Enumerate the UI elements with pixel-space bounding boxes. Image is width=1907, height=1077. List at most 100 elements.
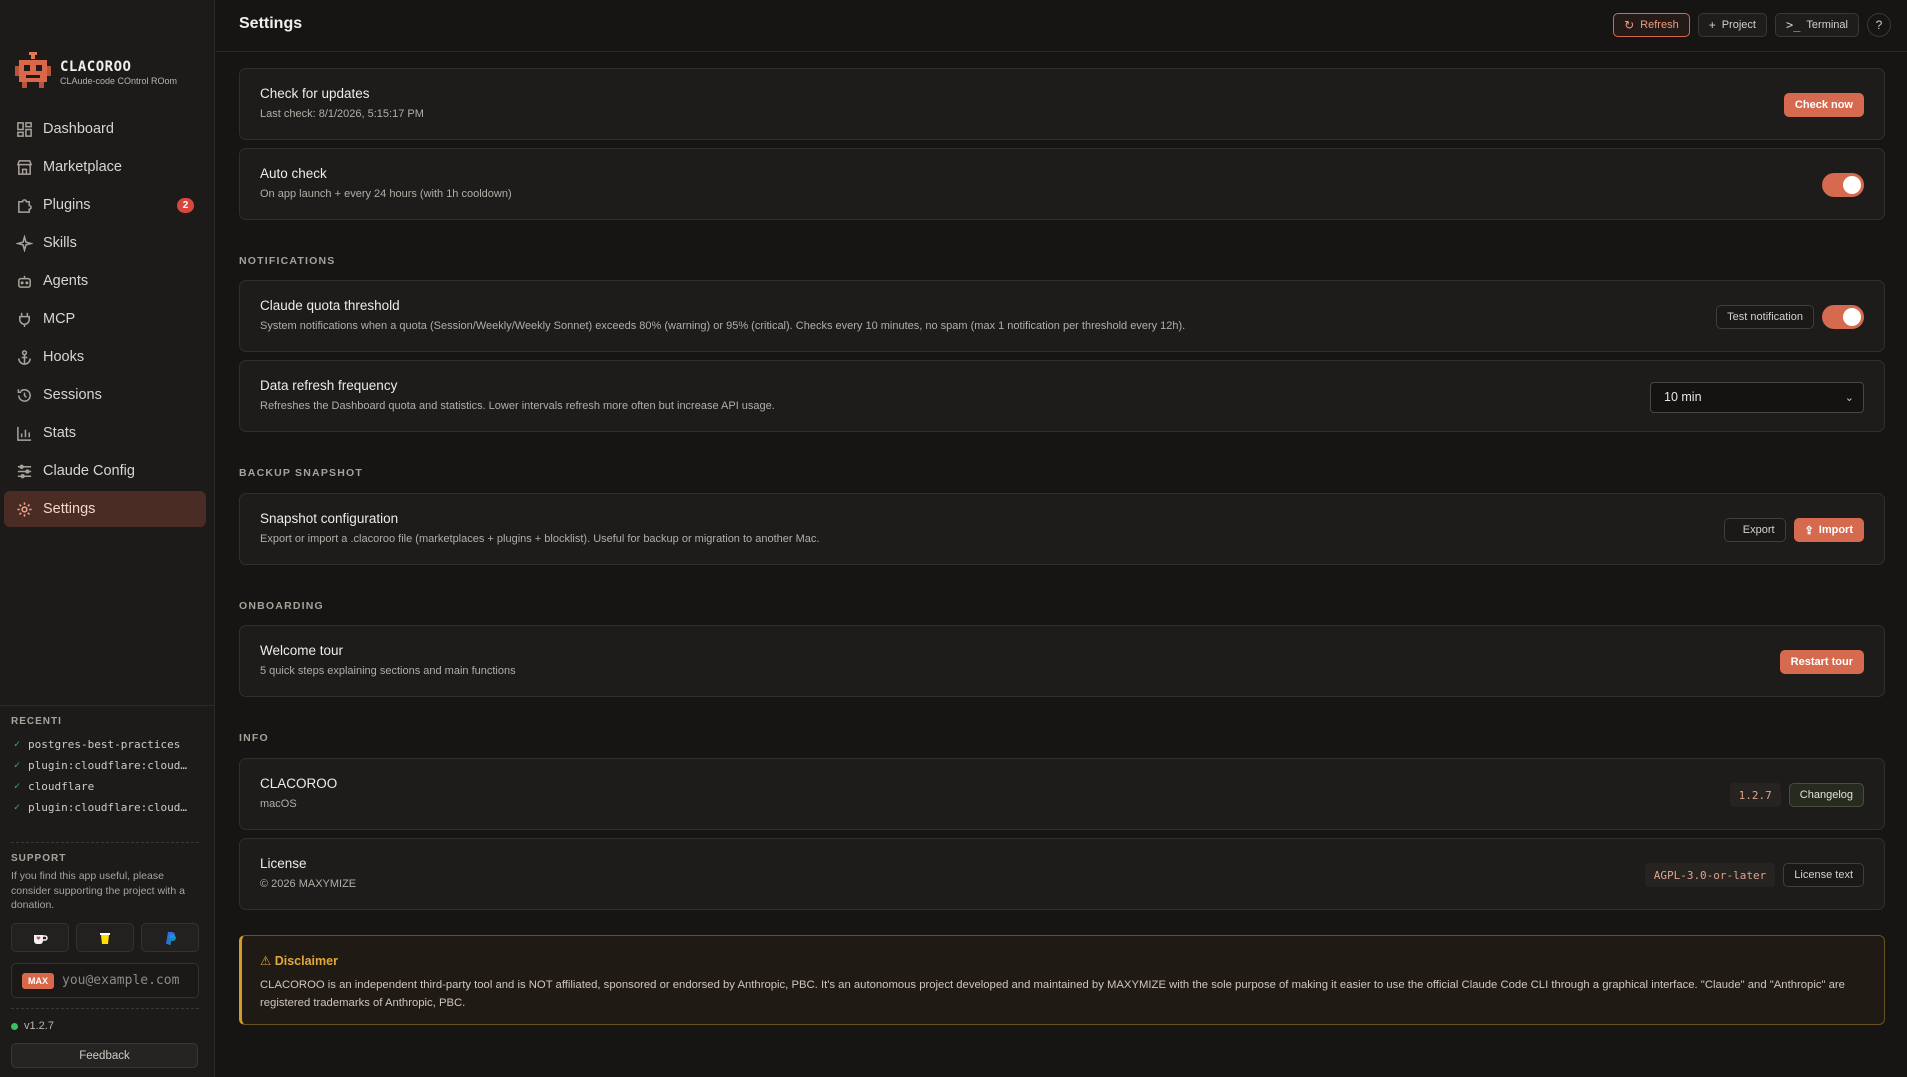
refresh-frequency-card: Data refresh frequency Refreshes the Das… [239,360,1885,432]
nav-item-settings[interactable]: Settings [4,491,206,527]
feedback-button[interactable]: Feedback [11,1043,198,1068]
paypal-button[interactable] [141,923,199,952]
toggle-knob [1843,308,1861,326]
brand[interactable]: CLACOROO CLAude-code COntrol ROom [13,52,177,92]
nav-label: Plugins [43,197,91,213]
card-desc: Last check: 8/1/2026, 5:15:17 PM [260,108,424,120]
check-updates-card: Check for updates Last check: 8/1/2026, … [239,68,1885,140]
buymeacoffee-button[interactable] [76,923,134,952]
card-title: Snapshot configuration [260,511,399,526]
disclaimer-title-text: Disclaimer [274,954,338,968]
nav-label: Dashboard [43,121,114,137]
support-text: If you find this app useful, please cons… [11,870,185,911]
nav-label: Sessions [43,387,102,403]
app-info-card: CLACOROO macOS 1.2.7 Changelog [239,758,1885,830]
disclaimer-box: ⚠ Disclaimer CLACOROO is an independent … [239,935,1885,1025]
check-icon: ✓ [14,781,21,792]
section-label-onboarding: ONBOARDING [239,600,324,612]
nav-item-dashboard[interactable]: Dashboard [4,111,206,147]
card-desc: Export or import a .clacoroo file (marke… [260,533,820,545]
page-title: Settings [239,15,303,32]
refresh-frequency-select[interactable]: 10 min ⌄ [1650,381,1864,413]
max-email-box: MAX [11,963,202,998]
section-label-notifications: NOTIFICATIONS [239,255,336,267]
card-desc: © 2026 MAXYMIZE [260,878,357,890]
toggle-knob [1843,176,1861,194]
nav-item-claude-config[interactable]: Claude Config [4,453,206,489]
plugins-count-badge: 2 [177,197,194,213]
recent-list: ✓ postgres-best-practices ✓ plugin:cloud… [14,734,194,818]
card-title: Check for updates [260,86,370,101]
export-button[interactable]: Export [1723,518,1786,542]
project-label: Project [1721,19,1756,31]
card-desc: On app launch + every 24 hours (with 1h … [260,188,512,200]
bar-chart-icon [17,426,32,441]
nav-label: Stats [43,425,77,441]
card-title: Auto check [260,166,327,181]
terminal-button[interactable]: >_ Terminal [1774,13,1859,37]
nav-item-agents[interactable]: Agents [4,263,206,299]
gear-icon [17,501,32,517]
restart-tour-button[interactable]: Restart tour [1779,650,1864,674]
check-icon: ✓ [14,760,21,771]
history-icon [17,388,31,402]
header: Settings ↻ Refresh + Project >_ Terminal… [216,0,1907,52]
refresh-button[interactable]: ↻ Refresh [1613,13,1690,37]
divider [0,705,215,706]
app-subtitle: CLAude-code COntrol ROom [60,75,178,86]
header-actions: ↻ Refresh + Project >_ Terminal ? [1613,13,1891,37]
changelog-button[interactable]: Changelog [1788,783,1864,807]
warning-icon: ⚠ [260,954,272,968]
test-notification-button[interactable]: Test notification [1716,305,1814,329]
import-button[interactable]: ⇪ Import [1793,518,1864,542]
nav-item-marketplace[interactable]: Marketplace [4,149,206,185]
nav-label: Marketplace [43,159,122,175]
auto-check-toggle[interactable] [1822,173,1864,197]
max-badge: MAX [22,972,54,989]
version-chip: 1.2.7 [1729,783,1781,807]
nav-item-skills[interactable]: Skills [4,225,206,261]
sliders-icon [17,464,32,478]
license-chip: AGPL-3.0-or-later [1644,863,1776,887]
card-desc: System notifications when a quota (Sessi… [260,320,1186,332]
nav-item-hooks[interactable]: Hooks [4,339,206,375]
recent-item[interactable]: ✓ cloudflare [14,776,194,797]
divider [11,842,199,843]
nav-item-sessions[interactable]: Sessions [4,377,206,413]
chevron-down-icon: ⌄ [1844,391,1854,404]
add-project-button[interactable]: + Project [1697,13,1767,37]
recent-item[interactable]: ✓ plugin:cloudflare:cloud… [14,755,194,776]
nav-label: Settings [43,501,96,517]
disclaimer-title: ⚠ Disclaimer [260,953,338,968]
dashboard-icon [17,121,32,137]
section-label-backup: BACKUP SNAPSHOT [239,467,363,479]
recent-item-label: postgres-best-practices [28,738,181,751]
check-now-button[interactable]: Check now [1783,93,1864,117]
card-title: Claude quota threshold [260,298,400,313]
recent-item-label: plugin:cloudflare:cloud… [28,759,187,772]
card-actions: AGPL-3.0-or-later License text [1644,839,1864,911]
upload-icon: ⇪ [1804,524,1814,537]
kofi-button[interactable] [11,923,69,952]
help-button[interactable]: ? [1867,13,1891,37]
refresh-label: Refresh [1640,19,1679,31]
card-actions: Test notification [1716,281,1864,353]
plus-icon: + [1708,18,1716,32]
buymeacoffee-icon [100,932,110,944]
plug-icon [19,312,30,327]
recent-item[interactable]: ✓ postgres-best-practices [14,734,194,755]
main-nav: Dashboard Marketplace Plugins 2 Skills A… [4,111,206,529]
card-actions: Export ⇪ Import [1723,494,1864,566]
export-label: Export [1742,524,1775,536]
email-input[interactable] [62,973,202,988]
nav-item-plugins[interactable]: Plugins 2 [4,187,206,223]
support-heading: SUPPORT [11,853,67,864]
nav-item-stats[interactable]: Stats [4,415,206,451]
license-text-button[interactable]: License text [1783,863,1864,887]
donate-row [11,923,199,952]
recent-item[interactable]: ✓ plugin:cloudflare:cloud… [14,797,194,818]
sidebar: CLACOROO CLAude-code COntrol ROom Dashbo… [0,0,215,1077]
nav-item-mcp[interactable]: MCP [4,301,206,337]
quota-notification-toggle[interactable] [1822,305,1864,329]
license-card: License © 2026 MAXYMIZE AGPL-3.0-or-late… [239,838,1885,910]
